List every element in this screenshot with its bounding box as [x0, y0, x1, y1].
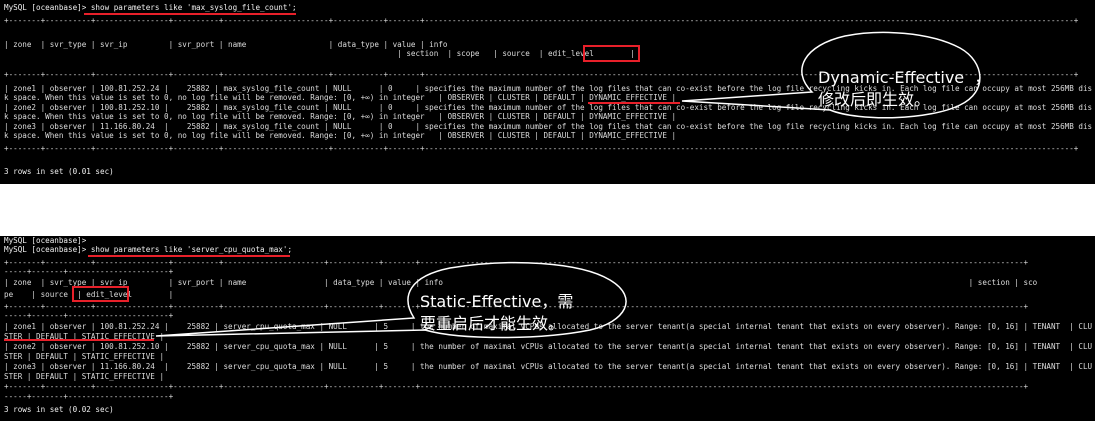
table-header-row-continued: | section | scope | source | edit_level … [4, 49, 635, 58]
terminal-window-1: MySQL [oceanbase]> show parameters like … [0, 0, 1095, 184]
table-header-row: | zone | svr_type | svr_ip | svr_port | … [4, 40, 448, 49]
table-row-continued: k space. When this value is set to 0, no… [4, 131, 677, 140]
table-border-continued: -----+-------+----------------------+ [4, 392, 174, 401]
callout-dynamic-line1: Dynamic-Effective ， [818, 68, 991, 87]
edit-level-header-highlight [583, 45, 640, 62]
table-row: | zone3 | observer | 11.166.80.24 | 2588… [4, 122, 1093, 131]
table-row: | zone3 | observer | 11.166.80.24 | 2588… [4, 362, 1093, 371]
terminal1-command-line: MySQL [oceanbase]> show parameters like … [4, 3, 297, 12]
callout-static-line2: 要重启后才能生效。 [420, 314, 565, 333]
table-border-continued: -----+-------+----------------------+ [4, 311, 174, 320]
terminal2-result-summary: 3 rows in set (0.02 sec) [4, 405, 114, 414]
table-border: +-------+----------+----------------+---… [4, 382, 1029, 391]
callout-static-line1: Static-Effective，需 [420, 292, 574, 311]
table-row: | zone2 | observer | 100.81.252.10 | 258… [4, 342, 1093, 351]
table-row-continued: k space. When this value is set to 0, no… [4, 93, 677, 102]
callout-dynamic-line2: 修改后即生效。 [818, 90, 931, 109]
dynamic-effective-underline [588, 102, 680, 104]
table-row-continued: STER | DEFAULT | STATIC_EFFECTIVE | [4, 372, 165, 381]
command-underline [88, 255, 290, 257]
table-header-row: | zone | svr_type | svr_ip | svr_port | … [4, 278, 1038, 287]
command-underline [84, 13, 296, 15]
table-border: +-------+----------+----------------+---… [4, 144, 1079, 153]
table-border: +-------+----------+----------------+---… [4, 258, 1029, 267]
terminal2-command-line: MySQL [oceanbase]> show parameters like … [4, 245, 293, 254]
terminal2-prompt-line: MySQL [oceanbase]> [4, 236, 87, 245]
table-border-continued: -----+-------+----------------------+ [4, 267, 174, 276]
terminal1-result-summary: 3 rows in set (0.01 sec) [4, 167, 114, 176]
static-effective-underline [4, 339, 154, 341]
table-row-continued: k space. When this value is set to 0, no… [4, 112, 677, 121]
edit-level-header-highlight [72, 286, 129, 302]
terminal-window-2: MySQL [oceanbase]> MySQL [oceanbase]> sh… [0, 236, 1095, 421]
table-border: +-------+----------+----------------+---… [4, 16, 1079, 25]
table-row-continued: STER | DEFAULT | STATIC_EFFECTIVE | [4, 352, 165, 361]
